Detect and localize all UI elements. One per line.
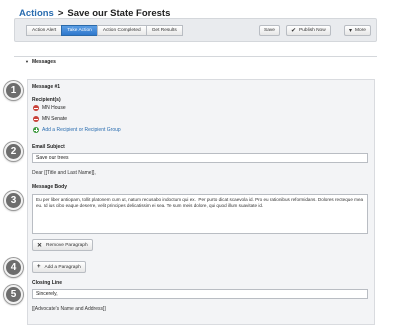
callout-badge: 1 bbox=[4, 81, 23, 100]
message-body-label: Message Body bbox=[32, 184, 68, 190]
save-button-label: Save bbox=[264, 28, 275, 33]
add-paragraph-label: Add a Paragraph bbox=[44, 264, 81, 270]
callout-badge: 2 bbox=[4, 142, 23, 161]
recipient-item: MN House bbox=[33, 105, 66, 111]
add-recipient-link[interactable]: Add a Recipient or Recipient Group bbox=[33, 127, 121, 133]
save-button[interactable]: Save bbox=[259, 25, 280, 36]
add-paragraph-button[interactable]: + Add a Paragraph bbox=[32, 261, 86, 273]
closing-line-label: Closing Line bbox=[32, 280, 62, 286]
tab-action-alert[interactable]: Action Alert bbox=[26, 25, 63, 36]
callout-badge: 3 bbox=[4, 191, 23, 210]
recipient-name: MN Senate bbox=[42, 116, 68, 122]
tab-action-completed[interactable]: Action Completed bbox=[96, 25, 147, 36]
email-subject-label: Email Subject bbox=[32, 144, 65, 150]
remove-paragraph-label: Remove Paragraph bbox=[46, 242, 88, 248]
remove-recipient-icon[interactable] bbox=[33, 116, 39, 122]
chevron-down-icon: ▾ bbox=[349, 28, 353, 34]
recipients-label: Recipient(s) bbox=[32, 97, 61, 103]
breadcrumb-separator: > bbox=[57, 7, 64, 19]
remove-paragraph-button[interactable]: ✕ Remove Paragraph bbox=[32, 239, 93, 251]
callout-badge: 4 bbox=[4, 258, 23, 277]
action-toolbar: Action Alert Take Action Action Complete… bbox=[14, 18, 377, 42]
close-icon: ✕ bbox=[37, 242, 43, 249]
caret-down-icon: ▼ bbox=[25, 59, 29, 64]
page-title: Save our State Forests bbox=[67, 7, 171, 19]
add-recipient-label: Add a Recipient or Recipient Group bbox=[42, 127, 121, 133]
recipient-name: MN House bbox=[42, 105, 66, 111]
publish-now-label: Publish Now bbox=[299, 28, 326, 33]
message-heading: Message #1 bbox=[32, 84, 61, 90]
step-tabs: Action Alert Take Action Action Complete… bbox=[26, 25, 183, 36]
recipient-item: MN Senate bbox=[33, 116, 67, 122]
more-label: More bbox=[355, 28, 366, 33]
publish-now-button[interactable]: ✔ Publish Now bbox=[286, 25, 331, 36]
messages-section-title: Messages bbox=[31, 58, 56, 65]
signature-text: [[Advocate's Name and Address]] bbox=[32, 306, 106, 312]
messages-section-toggle[interactable]: ▼ Messages bbox=[14, 56, 377, 66]
message-body-field[interactable]: Eu per liber antiopam, tollit platonem c… bbox=[32, 194, 368, 234]
plus-icon: + bbox=[37, 264, 41, 270]
tab-take-action[interactable]: Take Action bbox=[61, 25, 98, 36]
salutation-text: Dear [[Title and Last Name]], bbox=[32, 170, 96, 176]
callout-badge: 5 bbox=[4, 285, 23, 304]
closing-line-field[interactable] bbox=[32, 289, 368, 299]
email-subject-field[interactable] bbox=[32, 153, 368, 163]
checkmark-icon: ✔ bbox=[291, 28, 297, 34]
more-button[interactable]: ▾ More bbox=[344, 25, 371, 36]
remove-recipient-icon[interactable] bbox=[33, 105, 39, 111]
add-icon bbox=[33, 127, 39, 133]
tab-get-results[interactable]: Get Results bbox=[145, 25, 183, 36]
breadcrumb-actions-link[interactable]: Actions bbox=[19, 8, 54, 19]
